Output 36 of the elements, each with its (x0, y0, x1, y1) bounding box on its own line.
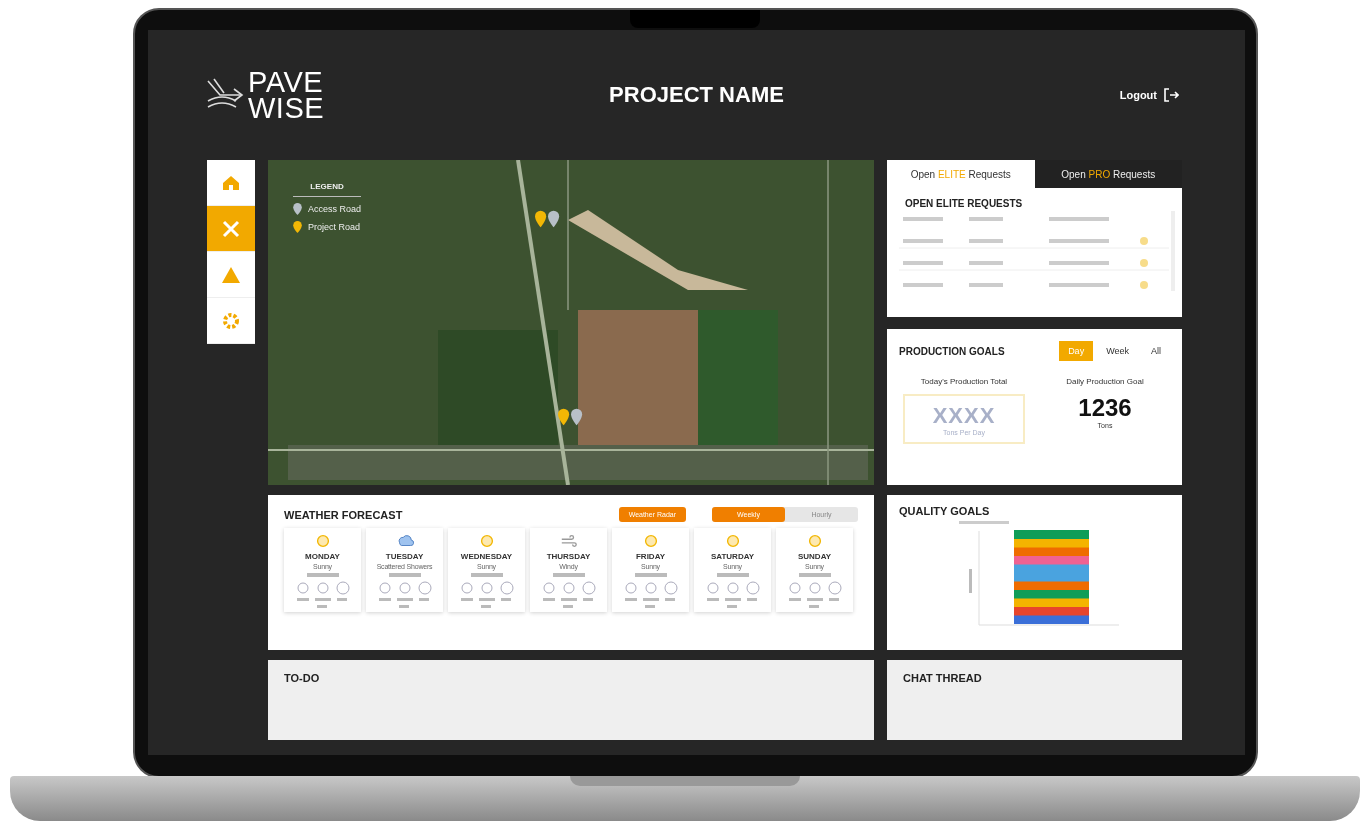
quality-title: QUALITY GOALS (899, 505, 991, 517)
requests-tab[interactable]: Open PRO Requests (1034, 160, 1182, 188)
legend-label: Access Road (308, 204, 362, 214)
blurred-axis-label (969, 569, 972, 593)
day-name: SATURDAY (710, 552, 755, 561)
chat-title: CHAT THREAD (903, 672, 983, 684)
blurred-chart-title (959, 521, 1009, 524)
day-name: TUESDAY (385, 552, 424, 561)
day-name: MONDAY (305, 552, 340, 561)
legend-title: LEGEND (293, 182, 362, 197)
logo-text: PAVE WISE (248, 69, 325, 121)
weather-title: WEATHER FORECAST (284, 508, 403, 521)
satellite-map[interactable]: LEGEND Access Road Project Road (268, 160, 874, 485)
day-name: SUNDAY (797, 552, 831, 561)
map-pins-icon[interactable] (535, 210, 561, 228)
legend-label: Project Road (308, 222, 361, 232)
production-total-label: Today's Production Total (920, 377, 1008, 386)
requests-heading: OPEN ELITE REQUESTS (905, 198, 1024, 209)
wind-cloud-icon (559, 532, 578, 550)
production-goal-label: Daily Production Goal (1066, 377, 1144, 386)
day-name: FRIDAY (635, 552, 665, 561)
day-name: THURSDAY (546, 552, 591, 561)
production-total-value: XXXX (932, 402, 996, 429)
period-tab[interactable]: All (1142, 341, 1170, 361)
nav-item[interactable] (207, 206, 255, 252)
map-pins-icon[interactable] (558, 408, 584, 426)
todo-title: TO-DO (284, 672, 321, 684)
logout-icon (1163, 87, 1179, 103)
production-title: PRODUCTION GOALS (899, 345, 1005, 357)
settings-icon (221, 310, 241, 331)
tools-icon (221, 218, 241, 239)
production-goal-value: 1236 (1078, 394, 1132, 422)
day-name: WEDNESDAY (460, 552, 513, 561)
project-title: PROJECT NAME (609, 82, 784, 108)
logout-button[interactable]: Logout (1113, 86, 1185, 104)
period-tab[interactable]: Week (1097, 341, 1138, 361)
